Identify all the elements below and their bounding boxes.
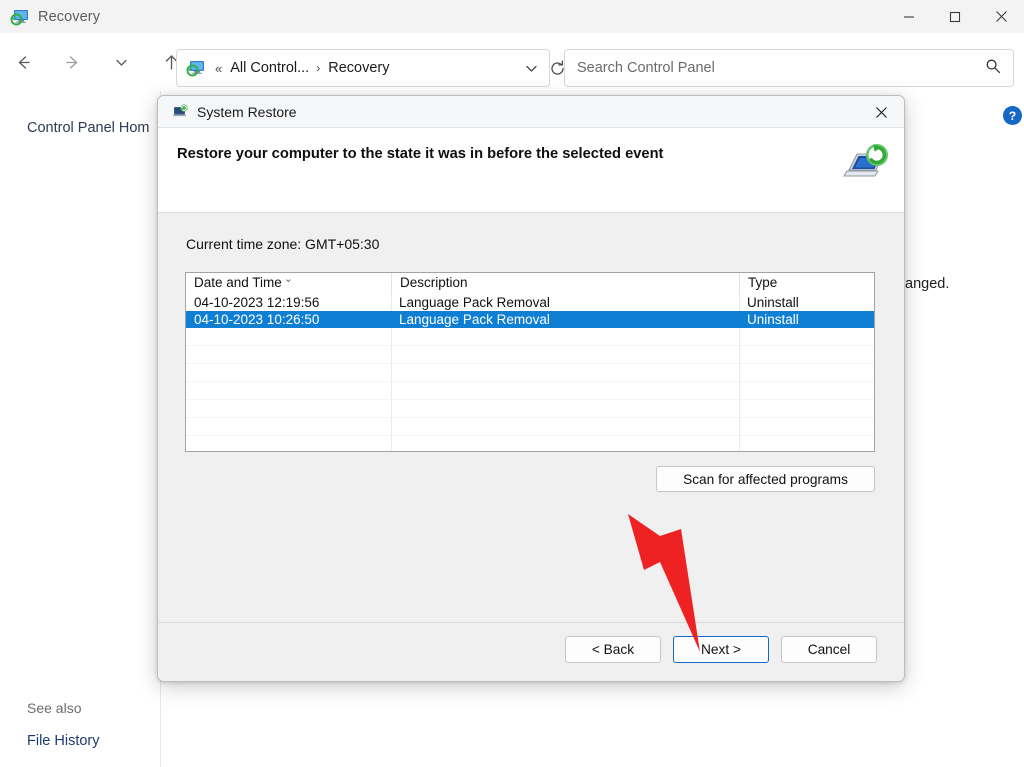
cell-type: Uninstall — [747, 295, 799, 310]
system-restore-icon — [172, 103, 189, 120]
search-icon[interactable] — [985, 58, 1001, 79]
cell-type: Uninstall — [747, 312, 799, 327]
search-input[interactable]: Search Control Panel — [577, 60, 715, 76]
column-header-description[interactable]: Description — [391, 273, 739, 294]
dialog-heading: Restore your computer to the state it wa… — [177, 146, 664, 162]
cell-empty — [739, 436, 874, 451]
search-box[interactable]: Search Control Panel — [564, 49, 1014, 87]
column-header-type[interactable]: Type — [739, 273, 874, 294]
list-header-row: Date and Time ⌄ Description Type — [186, 273, 874, 294]
column-header-date-and-time[interactable]: Date and Time ⌄ — [186, 273, 391, 294]
dialog-header: Restore your computer to the state it wa… — [158, 128, 904, 213]
breadcrumb-overflow[interactable]: « — [215, 62, 222, 75]
chevron-down-icon[interactable] — [524, 61, 539, 76]
cell-empty — [391, 364, 739, 381]
cell-empty — [186, 382, 391, 399]
cell-empty — [391, 382, 739, 399]
window-title: Recovery — [38, 8, 101, 25]
system-restore-dialog: System Restore Restore your computer to … — [157, 95, 905, 682]
breadcrumb-all-control-panel[interactable]: All Control... — [230, 60, 309, 76]
restore-points-list[interactable]: Date and Time ⌄ Description Type 04-10-20… — [185, 272, 875, 452]
cell-description: Language Pack Removal — [399, 295, 550, 310]
table-row[interactable]: 04-10-2023 12:19:56 Language Pack Remova… — [186, 294, 874, 311]
forward-button[interactable] — [55, 45, 89, 79]
window-titlebar: Recovery — [0, 0, 1024, 33]
scan-for-affected-programs-button[interactable]: Scan for affected programs — [656, 466, 875, 492]
recovery-icon — [186, 58, 206, 78]
see-also-label: See also — [27, 700, 82, 716]
cell-empty — [739, 328, 874, 345]
help-icon[interactable]: ? — [1003, 106, 1022, 125]
cell-empty — [391, 328, 739, 345]
maximize-button[interactable] — [932, 0, 978, 33]
close-button[interactable] — [978, 0, 1024, 33]
cell-empty — [391, 400, 739, 417]
system-restore-large-icon — [843, 140, 891, 188]
cell-empty — [739, 364, 874, 381]
table-row-empty — [186, 436, 874, 451]
table-row-empty — [186, 400, 874, 418]
column-header-label: Date and Time — [194, 275, 282, 290]
cell-empty — [186, 418, 391, 435]
dialog-body: Current time zone: GMT+05:30 Date and Ti… — [158, 214, 904, 623]
table-row-empty — [186, 418, 874, 436]
cell-empty — [739, 346, 874, 363]
cell-empty — [186, 436, 391, 451]
dialog-titlebar: System Restore — [158, 96, 904, 128]
control-panel-home-link[interactable]: Control Panel Hom — [27, 120, 150, 136]
back-button[interactable] — [6, 45, 40, 79]
breadcrumb-recovery[interactable]: Recovery — [328, 60, 389, 76]
cell-empty — [186, 328, 391, 345]
list-rows: 04-10-2023 12:19:56 Language Pack Remova… — [186, 294, 874, 451]
cell-empty — [391, 436, 739, 451]
cell-description: Language Pack Removal — [399, 312, 550, 327]
cell-date: 04-10-2023 10:26:50 — [194, 312, 320, 327]
cell-empty — [186, 364, 391, 381]
table-row-empty — [186, 346, 874, 364]
timezone-label: Current time zone: GMT+05:30 — [186, 236, 380, 252]
cell-empty — [186, 400, 391, 417]
dialog-button-row: < Back Next > Cancel — [565, 636, 877, 663]
cell-date: 04-10-2023 12:19:56 — [194, 295, 320, 310]
table-row-selected[interactable]: 04-10-2023 10:26:50 Language Pack Remova… — [186, 311, 874, 328]
table-row-empty — [186, 364, 874, 382]
minimize-button[interactable] — [886, 0, 932, 33]
dialog-footer: < Back Next > Cancel — [158, 622, 904, 681]
cell-empty — [391, 346, 739, 363]
table-row-empty — [186, 382, 874, 400]
dialog-close-button[interactable] — [858, 96, 904, 128]
recent-locations-button[interactable] — [104, 45, 138, 79]
cell-empty — [739, 418, 874, 435]
cancel-button[interactable]: Cancel — [781, 636, 877, 663]
address-bar[interactable]: « All Control... › Recovery — [176, 49, 550, 87]
sort-indicator-icon: ⌄ — [283, 273, 294, 285]
cell-empty — [391, 418, 739, 435]
back-button[interactable]: < Back — [565, 636, 661, 663]
window-controls — [886, 0, 1024, 33]
cell-empty — [739, 400, 874, 417]
dialog-title: System Restore — [197, 103, 297, 120]
file-history-link[interactable]: File History — [27, 733, 100, 749]
cell-empty — [739, 382, 874, 399]
page-description-text: anged. — [905, 276, 950, 292]
screen: Recovery « All Control... › Recovery Sea… — [0, 0, 1024, 767]
next-button[interactable]: Next > — [673, 636, 769, 663]
recovery-icon — [10, 7, 30, 27]
cell-empty — [186, 346, 391, 363]
table-row-empty — [186, 328, 874, 346]
breadcrumb-separator: › — [316, 61, 321, 75]
